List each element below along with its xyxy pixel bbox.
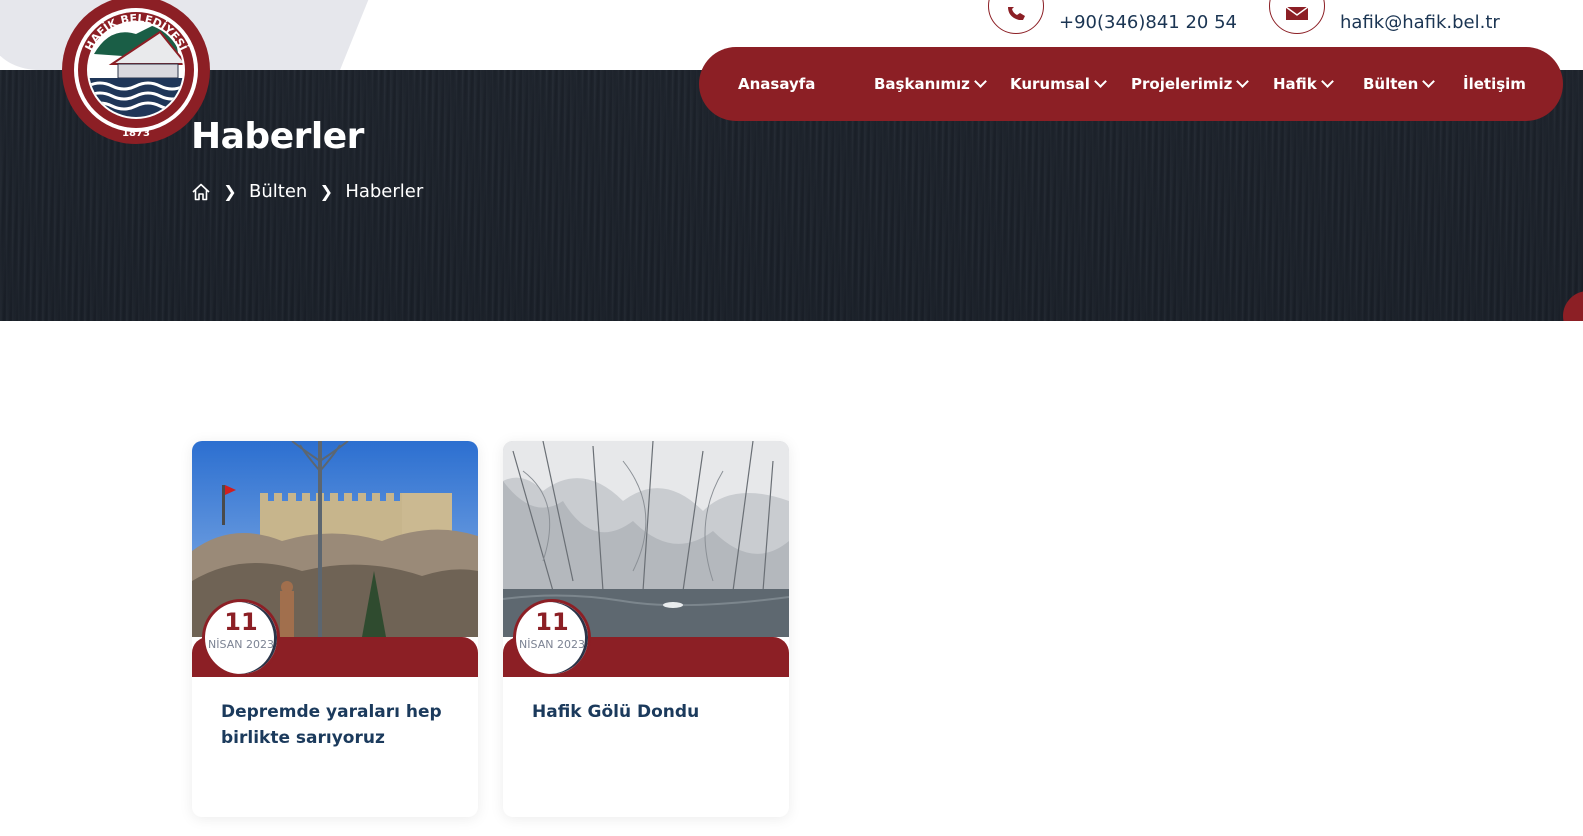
site-logo[interactable]: HAFİK BELEDİYESİ 1873 [60, 0, 212, 146]
chevron-down-icon [1422, 75, 1436, 88]
date-month: NİSAN 2023 [519, 638, 585, 651]
nav-item-projelerimiz[interactable]: Projelerimiz [1131, 47, 1250, 121]
chevron-right-icon: ❯ [319, 182, 334, 201]
news-card[interactable]: 11 NİSAN 2023 Depremde yaraları hep birl… [192, 441, 478, 817]
svg-text:1873: 1873 [122, 128, 150, 139]
chevron-down-icon [974, 75, 987, 88]
news-title[interactable]: Hafik Gölü Dondu [532, 699, 767, 725]
news-card[interactable]: 11 NİSAN 2023 Hafik Gölü Dondu [503, 441, 789, 817]
contact-phone[interactable]: +90(346)841 20 54 [988, 0, 1237, 34]
hero-corner-decoration [1563, 291, 1583, 321]
date-badge: 11 NİSAN 2023 [202, 599, 280, 677]
date-badge: 11 NİSAN 2023 [513, 599, 591, 677]
nav-item-anasayfa[interactable]: Anasayfa [738, 47, 815, 121]
date-month: NİSAN 2023 [208, 638, 274, 651]
hafik-belediyesi-logo-icon: HAFİK BELEDİYESİ 1873 [62, 0, 210, 144]
date-day: 11 [535, 608, 569, 636]
envelope-icon [1269, 0, 1325, 34]
nav-label: Kurumsal [1010, 75, 1090, 93]
breadcrumb-bulten[interactable]: Bülten [249, 181, 307, 202]
nav-item-iletisim[interactable]: İletişim [1463, 47, 1526, 121]
nav-item-bulten[interactable]: Bülten [1363, 47, 1436, 121]
nav-label: Anasayfa [738, 75, 816, 93]
chevron-down-icon [1320, 75, 1334, 88]
nav-label: İletişim [1463, 75, 1526, 93]
nav-item-baskanimiz[interactable]: Başkanımız [874, 47, 987, 121]
chevron-down-icon [1094, 75, 1107, 88]
nav-label: Başkanımız [874, 75, 970, 93]
phone-icon [988, 0, 1044, 34]
chevron-down-icon [1236, 75, 1250, 88]
news-title[interactable]: Depremde yaraları hep birlikte sarıyoruz [221, 699, 456, 751]
email-address[interactable]: hafik@hafik.bel.tr [1340, 12, 1500, 33]
nav-item-hafik[interactable]: Hafik [1273, 47, 1334, 121]
page: HAFİK BELEDİYESİ 1873 +90(346)841 20 54 … [0, 0, 1583, 836]
main-nav: Anasayfa Başkanımız Kurumsal Projelerimi… [699, 47, 1563, 121]
breadcrumb-current: Haberler [345, 181, 424, 202]
phone-number[interactable]: +90(346)841 20 54 [1059, 12, 1237, 33]
breadcrumb: ❯ Bülten ❯ Haberler [191, 181, 423, 202]
home-icon[interactable] [191, 182, 211, 202]
page-title: Haberler [191, 116, 364, 157]
nav-label: Projelerimiz [1131, 75, 1233, 93]
nav-label: Hafik [1273, 75, 1317, 93]
chevron-right-icon: ❯ [223, 182, 237, 201]
date-day: 11 [224, 608, 258, 636]
nav-label: Bülten [1363, 75, 1419, 93]
contact-email[interactable]: hafik@hafik.bel.tr [1269, 0, 1500, 34]
nav-item-kurumsal[interactable]: Kurumsal [1010, 47, 1107, 121]
